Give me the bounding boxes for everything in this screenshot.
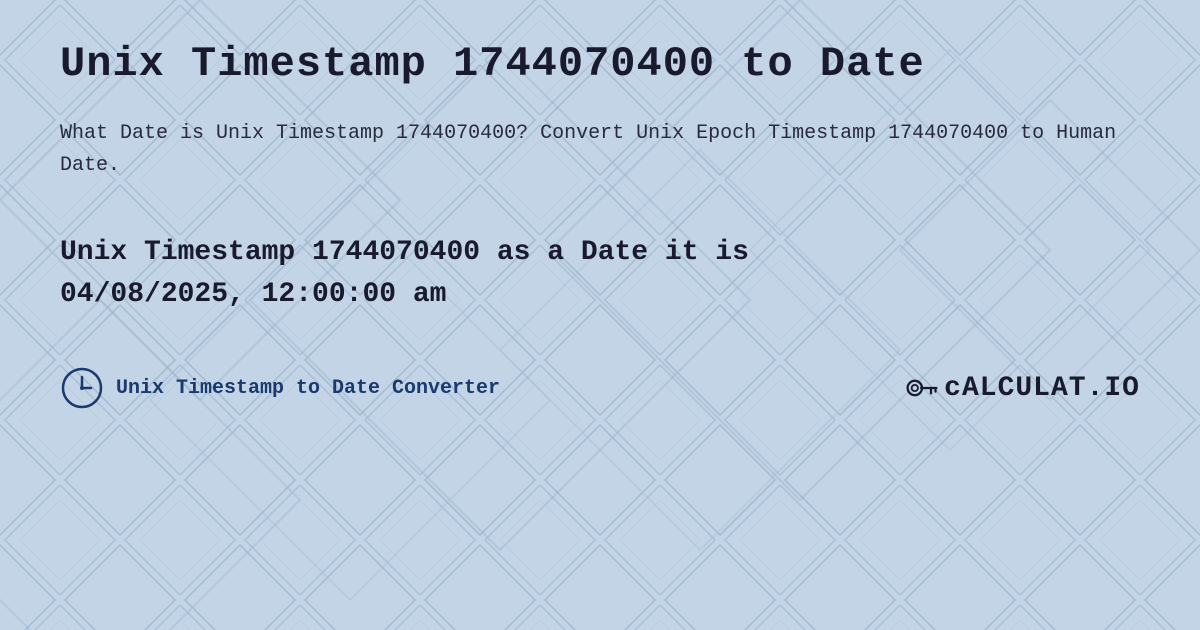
logo: cALCULAT.IO: [904, 370, 1140, 406]
clock-icon: [60, 366, 104, 410]
footer-label: Unix Timestamp to Date Converter: [116, 377, 500, 400]
logo-text: cALCULAT.IO: [944, 373, 1140, 404]
footer: Unix Timestamp to Date Converter cALCULA…: [60, 366, 1140, 410]
footer-left: Unix Timestamp to Date Converter: [60, 366, 500, 410]
page-title: Unix Timestamp 1744070400 to Date: [60, 40, 1140, 88]
page-description: What Date is Unix Timestamp 1744070400? …: [60, 118, 1140, 182]
result-text: Unix Timestamp 1744070400 as a Date it i…: [60, 232, 1140, 316]
result-line1: Unix Timestamp 1744070400 as a Date it i…: [60, 237, 749, 268]
result-line2: 04/08/2025, 12:00:00 am: [60, 279, 446, 310]
logo-icon: [904, 370, 940, 406]
result-section: Unix Timestamp 1744070400 as a Date it i…: [60, 232, 1140, 316]
